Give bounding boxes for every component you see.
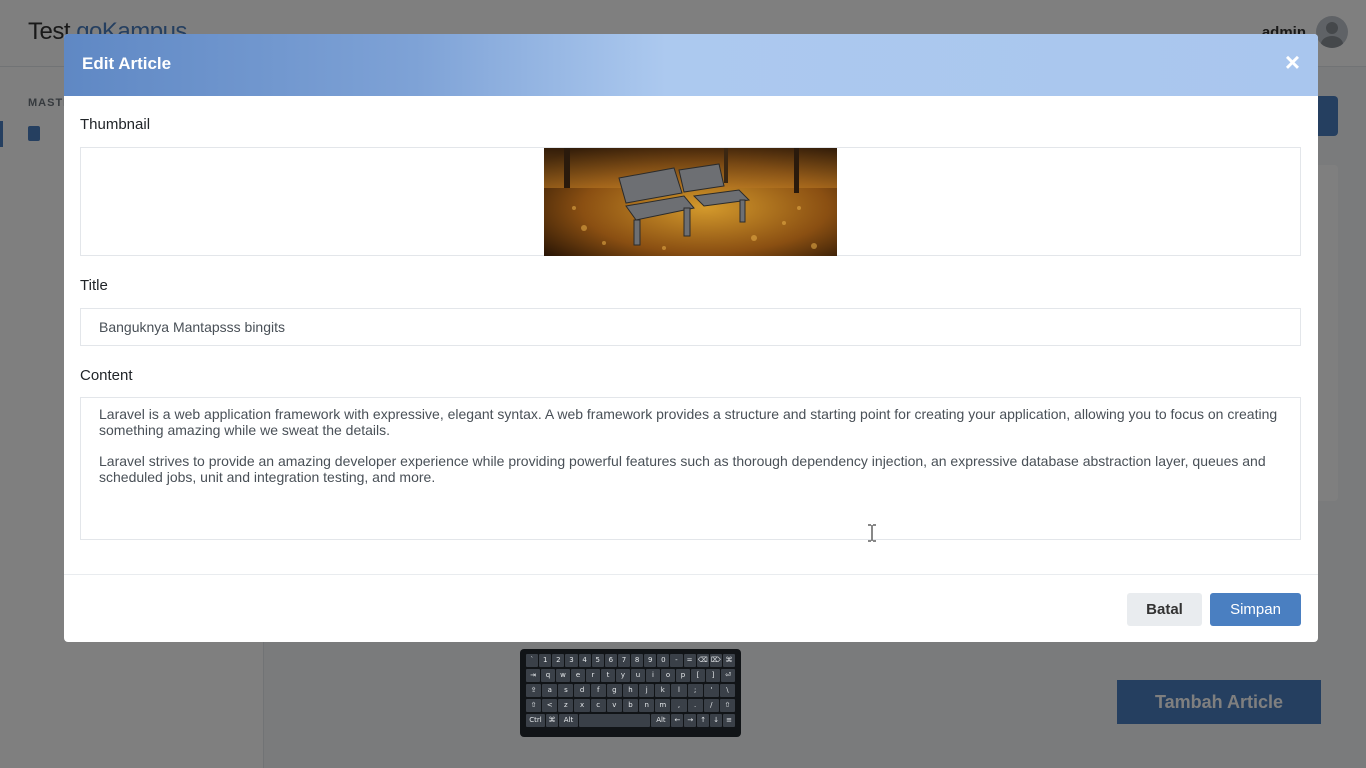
save-button[interactable]: Simpan [1210,593,1301,626]
keyboard-key[interactable]: m [655,699,671,712]
keyboard-key[interactable]: r [586,669,600,682]
modal-title: Edit Article [82,54,172,73]
keyboard-key[interactable]: Alt [558,714,578,727]
keyboard-key[interactable]: ⌘ [722,654,735,667]
keyboard-row: ⇥ q w e r t y u i o p[] ⏎ [526,669,735,682]
keyboard-key[interactable]: ⌘ [546,714,558,727]
keyboard-key[interactable]: 1 [539,654,552,667]
keyboard-key[interactable]: y [616,669,630,682]
cancel-button[interactable]: Batal [1127,593,1202,626]
keyboard-key[interactable]: / [703,699,719,712]
keyboard-key[interactable]: . [687,699,703,712]
keyboard-key[interactable]: ⇧ [526,699,542,712]
keyboard-key[interactable]: e [571,669,585,682]
keyboard-key[interactable]: q [541,669,555,682]
keyboard-key[interactable]: ⏎ [721,669,735,682]
keyboard-key[interactable]: , [671,699,687,712]
title-input[interactable] [80,308,1301,346]
thumbnail-preview[interactable] [80,147,1301,256]
keyboard-key[interactable]: h [622,684,639,697]
keyboard-key[interactable]: 7 [617,654,630,667]
keyboard-key[interactable]: x [574,699,590,712]
keyboard-key[interactable]: ; [687,684,703,697]
keyboard-key[interactable]: ≡ [723,714,735,727]
keyboard-key[interactable]: k [655,684,671,697]
keyboard-key[interactable]: d [574,684,590,697]
keyboard-key[interactable]: ⇪ [526,684,542,697]
keyboard-key[interactable]: l [671,684,687,697]
keyboard-key[interactable]: ↑ [697,714,710,727]
keyboard-key[interactable] [579,714,651,727]
keyboard-key[interactable]: g [606,684,622,697]
thumbnail-label: Thumbnail [80,116,151,133]
keyboard-key[interactable]: p [676,669,690,682]
edit-article-modal: Edit Article × Thumbnail Title Banguknya… [64,34,1318,642]
keyboard-key[interactable]: f [590,684,606,697]
content-paragraph: Laravel strives to provide an amazing de… [99,453,1266,485]
keyboard-key[interactable]: u [631,669,645,682]
keyboard-key[interactable]: 2 [552,654,565,667]
close-icon[interactable]: × [1285,48,1300,76]
keyboard-key[interactable]: b [622,699,639,712]
keyboard-key[interactable]: \ [719,684,736,697]
keyboard-key[interactable]: j [639,684,655,697]
keyboard-key[interactable]: a [542,684,558,697]
title-label: Title [80,277,108,294]
keyboard-key[interactable]: Alt Gr [651,714,671,727]
keyboard-key[interactable]: 3 [565,654,578,667]
content-label: Content [80,367,133,384]
keyboard-key[interactable]: w [556,669,570,682]
content-paragraph: Laravel is a web application framework w… [99,406,1278,438]
keyboard-key[interactable]: - [670,654,683,667]
keyboard-key[interactable]: = [683,654,696,667]
keyboard-key[interactable]: 5 [591,654,604,667]
thumbnail-image [544,148,837,256]
keyboard-key[interactable]: 6 [604,654,617,667]
keyboard-key[interactable]: ` [526,654,539,667]
keyboard-key[interactable]: ↓ [710,714,723,727]
keyboard-key[interactable]: o [661,669,675,682]
keyboard-row: ⇪ a s d f g h j k l; ' \ [526,684,736,697]
on-screen-keyboard[interactable]: ` 1 2 3 4 5 6 7 8 9 0- = ⌫ ⌦ ⌘ ⇥ q w e r t y u i o p[] ⏎ ⇪ a s d f g h j k l… [520,649,741,737]
keyboard-key[interactable]: v [606,699,622,712]
keyboard-key[interactable]: ⌦ [709,654,722,667]
keyboard-key[interactable]: ⇧ [719,699,736,712]
keyboard-key[interactable]: 4 [578,654,591,667]
keyboard-key[interactable]: ' [703,684,719,697]
keyboard-key[interactable]: c [590,699,606,712]
keyboard-key[interactable]: ⌫ [696,654,709,667]
keyboard-key[interactable]: < [542,699,558,712]
keyboard-key[interactable]: ⇥ [526,669,540,682]
text-cursor-icon [868,524,876,542]
keyboard-key[interactable]: ] [706,669,720,682]
keyboard-key[interactable]: 0 [657,654,670,667]
keyboard-key[interactable]: 8 [631,654,644,667]
modal-header: Edit Article × [64,34,1318,96]
keyboard-key[interactable]: Ctrl [526,714,546,727]
keyboard-key[interactable]: 9 [644,654,657,667]
keyboard-row: Ctrl⌘Alt Alt Gr←→↑↓≡ [526,714,735,727]
keyboard-row: ⇧ < z x c v b n m,. / ⇧ [526,699,736,712]
keyboard-key[interactable]: n [639,699,655,712]
content-textarea[interactable]: Laravel is a web application framework w… [80,397,1301,540]
keyboard-row: ` 1 2 3 4 5 6 7 8 9 0- = ⌫ ⌦ ⌘ [526,654,735,667]
keyboard-key[interactable]: t [601,669,615,682]
keyboard-key[interactable]: s [558,684,574,697]
keyboard-key[interactable]: i [646,669,660,682]
keyboard-key[interactable]: z [558,699,574,712]
modal-footer: Batal Simpan [64,574,1318,642]
keyboard-key[interactable]: → [684,714,697,727]
keyboard-key[interactable]: ← [671,714,684,727]
keyboard-key[interactable]: [ [691,669,705,682]
